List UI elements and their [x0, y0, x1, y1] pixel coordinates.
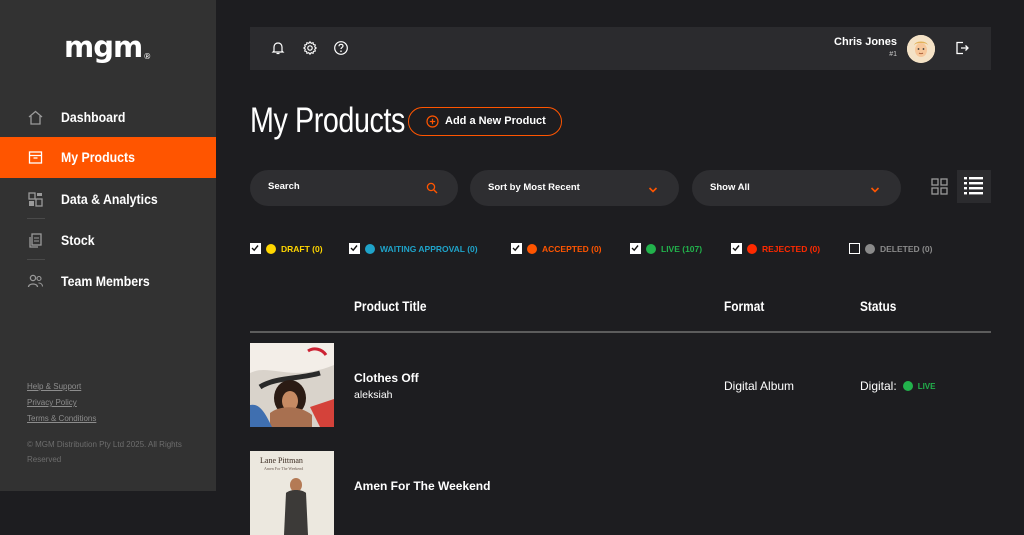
filter-waiting-approval[interactable]: WAITING APPROVAL (0) [349, 242, 478, 255]
mgm-logo[interactable]: mgm® [64, 30, 151, 64]
status-dot [747, 243, 757, 254]
status-dot [266, 243, 276, 254]
chevron-down-icon [870, 187, 880, 193]
bell-icon[interactable] [270, 40, 286, 56]
status-dot [527, 243, 537, 254]
sidebar-item-data-analytics[interactable]: Data & Analytics [0, 179, 216, 220]
cover-text: Lane Pittman [260, 456, 303, 465]
nav-divider [27, 218, 45, 219]
search-icon[interactable] [426, 182, 438, 194]
checkbox[interactable] [849, 243, 860, 254]
nav-divider [27, 259, 45, 260]
search-box [250, 170, 458, 206]
filter-label: DRAFT (0) [281, 243, 323, 254]
column-header-product-title[interactable]: Product Title [354, 298, 427, 314]
filter-live[interactable]: LIVE (107) [630, 242, 702, 255]
filter-accepted[interactable]: ACCEPTED (0) [511, 242, 602, 255]
product-title[interactable]: Clothes Off [354, 371, 419, 385]
filter-label: REJECTED (0) [762, 243, 821, 254]
help-support-link[interactable]: Help & Support [27, 382, 81, 391]
svg-text:Amen For The Weekend: Amen For The Weekend [264, 466, 303, 471]
sidebar-item-team-members[interactable]: Team Members [0, 261, 216, 302]
sidebar-item-label: My Products [61, 149, 135, 165]
terms-link[interactable]: Terms & Conditions [27, 414, 96, 423]
sidebar-item-my-products[interactable]: My Products [0, 137, 216, 178]
sort-dropdown-label: Sort by Most Recent [488, 182, 580, 193]
product-format: Digital Album [724, 379, 795, 393]
logout-icon[interactable] [954, 40, 970, 56]
grid-view-toggle[interactable] [924, 170, 956, 203]
filter-rejected[interactable]: REJECTED (0) [731, 242, 820, 255]
privacy-policy-link[interactable]: Privacy Policy [27, 398, 77, 407]
page-title: My Products [250, 101, 405, 140]
filter-label: ACCEPTED (0) [542, 243, 602, 254]
list-view-toggle[interactable] [957, 170, 991, 203]
product-artist: aleksiah [354, 389, 393, 401]
team-icon [27, 274, 44, 288]
product-cover-image[interactable]: Lane Pittman Amen For The Weekend [250, 451, 334, 535]
header-divider [250, 331, 991, 333]
user-rank: #1 [889, 51, 897, 58]
stock-copy-icon [29, 233, 42, 248]
sort-dropdown[interactable]: Sort by Most Recent [470, 170, 679, 206]
user-name[interactable]: Chris Jones [834, 36, 897, 48]
sidebar-item-label: Stock [61, 232, 95, 248]
filter-label: DELETED (0) [880, 243, 933, 254]
analytics-icon [28, 192, 43, 207]
status-dot [365, 243, 375, 254]
list-view-icon [964, 177, 983, 195]
filter-draft[interactable]: DRAFT (0) [250, 242, 323, 255]
search-input[interactable] [268, 181, 408, 192]
checkbox[interactable] [250, 243, 261, 254]
product-box-icon [28, 151, 43, 164]
filter-deleted[interactable]: DELETED (0) [849, 242, 932, 255]
checkbox[interactable] [511, 243, 522, 254]
sidebar-item-label: Data & Analytics [61, 191, 158, 207]
avatar[interactable] [907, 35, 935, 63]
show-filter-label: Show All [710, 182, 750, 193]
product-cover-image[interactable] [250, 343, 334, 427]
sidebar-item-dashboard[interactable]: Dashboard [0, 97, 216, 138]
top-bar: Chris Jones #1 [250, 27, 991, 70]
add-new-product-button[interactable]: Add a New Product [408, 107, 562, 136]
sidebar-item-stock[interactable]: Stock [0, 220, 216, 261]
checkbox[interactable] [349, 243, 360, 254]
add-new-product-label: Add a New Product [445, 115, 546, 127]
product-status: Digital: LIVE [860, 379, 935, 393]
plus-circle-icon [426, 115, 439, 128]
filter-label: LIVE (107) [661, 243, 703, 254]
help-icon[interactable] [333, 40, 349, 56]
show-filter-dropdown[interactable]: Show All [692, 170, 901, 206]
status-prefix: Digital: [860, 379, 897, 393]
column-header-format[interactable]: Format [724, 298, 764, 314]
filter-label: WAITING APPROVAL (0) [380, 243, 478, 254]
column-header-status[interactable]: Status [860, 298, 896, 314]
sidebar-item-label: Team Members [61, 273, 150, 289]
status-dot [865, 243, 875, 254]
chevron-down-icon [648, 187, 658, 193]
status-badge: LIVE [917, 381, 936, 391]
sidebar: mgm® Dashboard My Products Data & Analyt… [0, 0, 216, 491]
sidebar-item-label: Dashboard [61, 109, 126, 125]
grid-view-icon [931, 178, 948, 195]
status-dot [902, 381, 913, 391]
home-icon [28, 110, 43, 125]
status-dot [646, 243, 656, 254]
gear-icon[interactable] [302, 40, 318, 56]
checkbox[interactable] [731, 243, 742, 254]
checkbox[interactable] [630, 243, 641, 254]
copyright-text: © MGM Distribution Pty Ltd 2025. All Rig… [27, 440, 182, 464]
